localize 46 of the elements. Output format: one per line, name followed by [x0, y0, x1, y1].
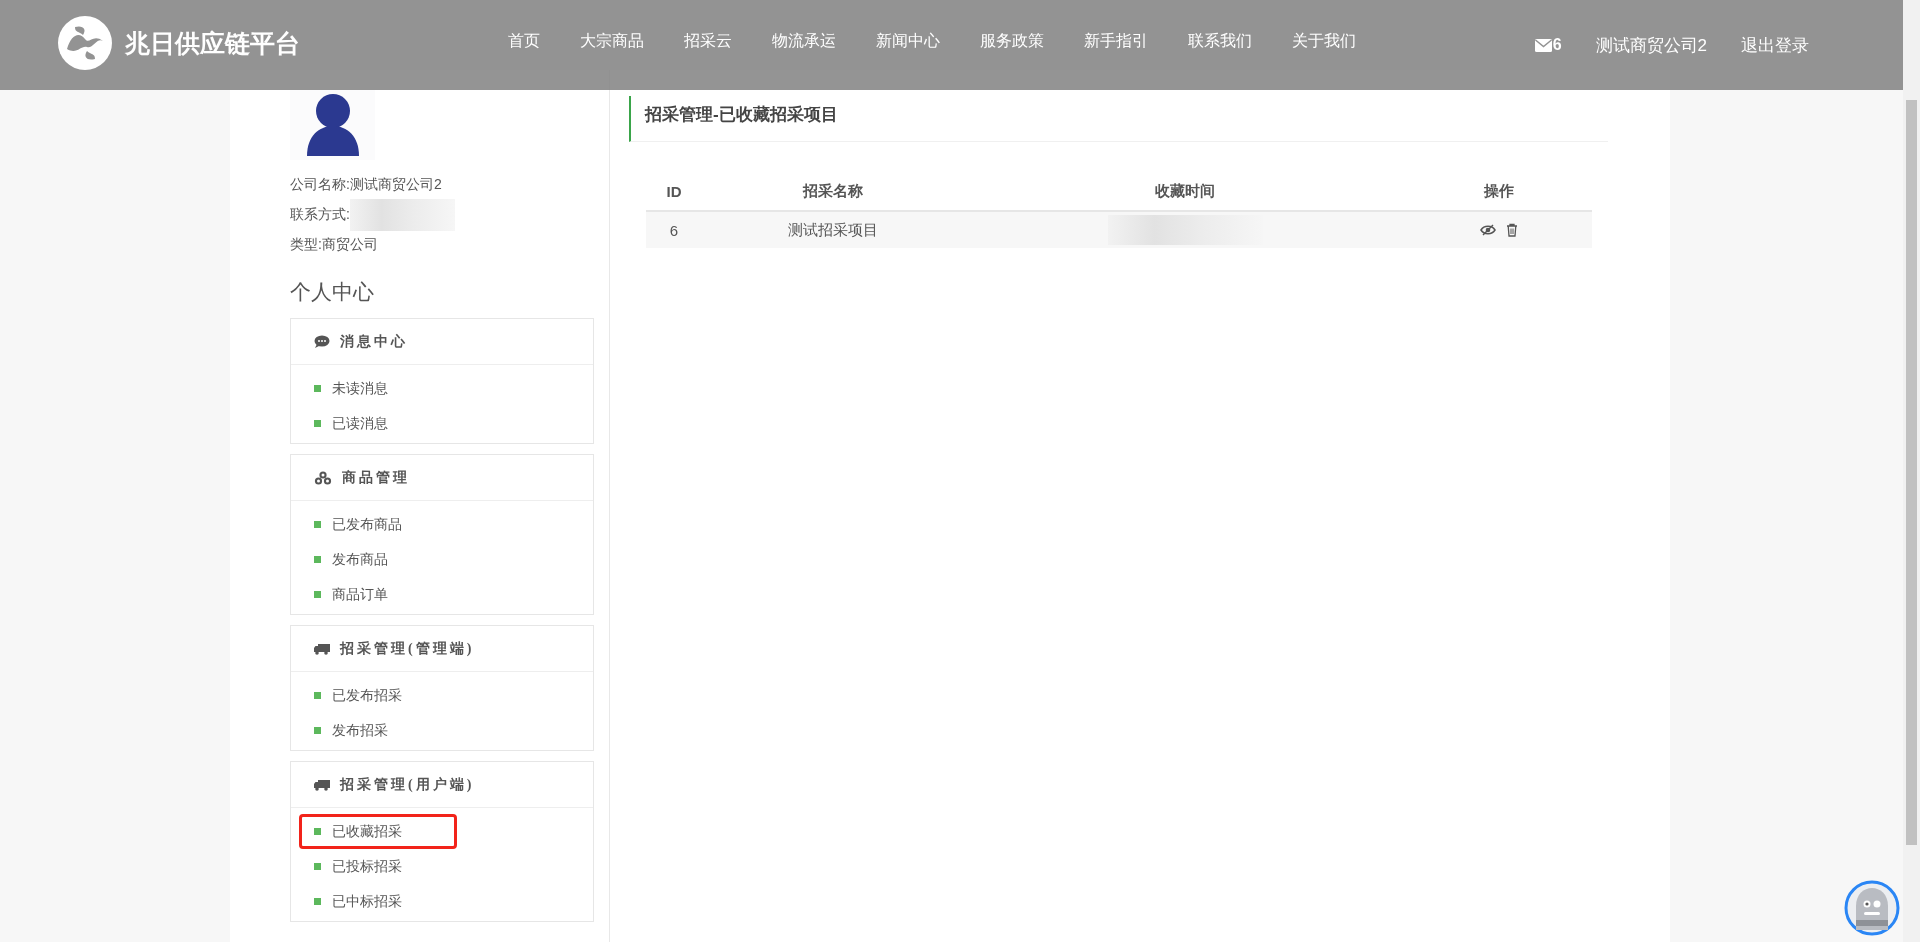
nav-link[interactable]: 服务政策 — [980, 30, 1044, 52]
nav-link[interactable]: 新闻中心 — [876, 30, 940, 52]
hide-icon[interactable] — [1480, 223, 1496, 236]
menu-item[interactable]: 已读消息 — [299, 406, 429, 441]
info-label: 类型: — [290, 236, 322, 254]
info-value: 商贸公司 — [321, 236, 378, 254]
sidebar-title: 个人中心 — [290, 279, 375, 306]
info-value: 测试商贸公司2 — [349, 176, 442, 194]
scrollbar[interactable] — [1903, 0, 1920, 942]
menu-group-title: 商品管理 — [342, 468, 410, 487]
nav-link[interactable]: 关于我们 — [1292, 30, 1356, 52]
mail-icon — [1534, 38, 1552, 52]
menu-item[interactable]: 已发布招采 — [299, 678, 429, 713]
menu-item[interactable]: 已投标招采 — [299, 849, 429, 884]
nav-link[interactable]: 招采云 — [684, 30, 732, 52]
chat-assistant-icon[interactable] — [1844, 880, 1900, 936]
logout-link[interactable]: 退出登录 — [1741, 33, 1809, 57]
nav-link[interactable]: 新手指引 — [1084, 30, 1148, 52]
cubes-icon — [314, 470, 332, 485]
page-title: 招采管理-已收藏招采项目 — [629, 96, 1608, 142]
chat-icon — [314, 335, 330, 348]
table-cell: 6 — [646, 211, 702, 248]
menu-group-title: 招采管理(用户端) — [340, 775, 475, 794]
menu-item[interactable]: 发布商品 — [299, 542, 429, 577]
delete-icon[interactable] — [1506, 222, 1518, 237]
nav-link[interactable]: 联系我们 — [1188, 30, 1252, 52]
nav-link[interactable]: 大宗商品 — [580, 30, 644, 52]
menu-group-title: 消息中心 — [340, 332, 408, 351]
truck-icon — [314, 642, 330, 655]
menu-item[interactable]: 发布招采 — [299, 713, 429, 748]
user-link[interactable]: 测试商贸公司2 — [1595, 33, 1707, 57]
brand-name[interactable]: 兆日供应链平台 — [125, 26, 300, 60]
nav-link[interactable]: 物流承运 — [772, 30, 836, 52]
menu-item[interactable]: 已中标招采 — [299, 884, 429, 919]
messages-link[interactable]: 6 — [1534, 36, 1562, 54]
info-label: 联系方式: — [290, 206, 350, 224]
truck-icon — [314, 778, 330, 791]
menu-item[interactable]: 已收藏招采 — [299, 814, 457, 849]
logo-icon — [57, 15, 113, 71]
menu-item[interactable]: 商品订单 — [299, 577, 429, 612]
menu-item[interactable]: 未读消息 — [299, 371, 429, 406]
menu-item[interactable]: 已发布商品 — [299, 507, 429, 542]
table-cell: 测试招采项目 — [702, 211, 964, 248]
menu-group-title: 招采管理(管理端) — [340, 639, 475, 658]
info-label: 公司名称: — [290, 176, 350, 194]
nav-link[interactable]: 首页 — [508, 30, 540, 52]
